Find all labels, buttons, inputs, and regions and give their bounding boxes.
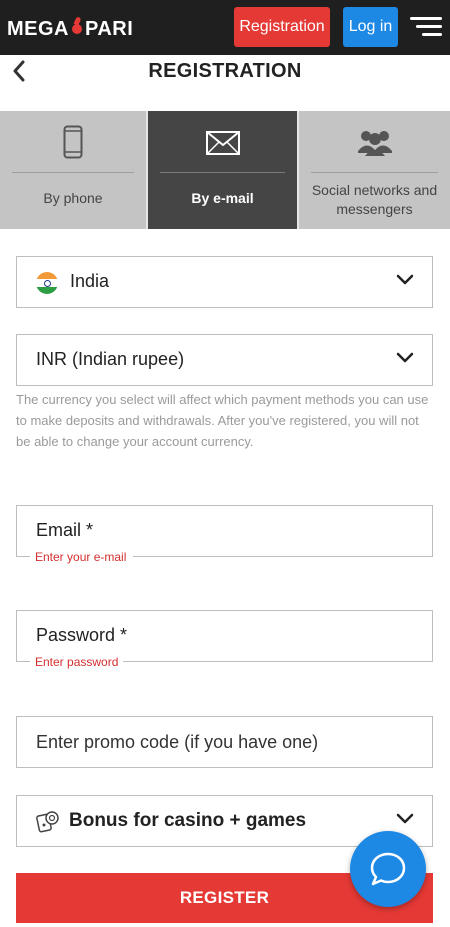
smartphone-icon: [0, 125, 146, 161]
envelope-icon: [148, 125, 297, 161]
logo-text-mega: MEGA: [7, 17, 69, 40]
people-group-icon: [299, 125, 450, 161]
password-error: Enter password: [33, 655, 121, 669]
tab-divider: [311, 172, 438, 173]
chevron-down-icon: [396, 813, 414, 824]
email-field[interactable]: Email * Enter your e-mail: [16, 505, 433, 564]
casino-chip-icon: [36, 811, 59, 833]
password-field[interactable]: Password * Enter password: [16, 610, 433, 669]
chevron-down-icon: [396, 274, 414, 285]
bonus-value: Bonus for casino + games: [69, 810, 307, 831]
chevron-down-icon: [396, 352, 414, 363]
tab-divider: [12, 172, 134, 173]
page-title: REGISTRATION: [148, 60, 302, 82]
megapari-logo[interactable]: MEGA PARI: [7, 17, 133, 41]
login-button[interactable]: Log in: [343, 7, 398, 47]
tab-label: By e-mail: [191, 190, 254, 206]
tab-label: By phone: [43, 190, 103, 206]
registration-method-tabs: By phone By e-mail Social networks and m…: [0, 111, 450, 229]
logo-text-pari: PARI: [85, 17, 134, 40]
promo-code-input[interactable]: [17, 717, 432, 767]
top-bar: MEGA PARI Registration Log in: [0, 0, 450, 55]
email-placeholder: Email *: [36, 520, 94, 540]
chat-bubble-icon[interactable]: [350, 831, 426, 907]
currency-hint: The currency you select will affect whic…: [16, 392, 429, 449]
password-placeholder: Password *: [36, 625, 128, 645]
email-error: Enter your e-mail: [33, 550, 129, 564]
tab-label: Social networks and messengers: [311, 182, 438, 217]
tab-divider: [160, 172, 285, 173]
tab-social-networks[interactable]: Social networks and messengers: [299, 111, 450, 229]
promo-code-field[interactable]: [16, 716, 433, 768]
registration-button[interactable]: Registration: [234, 7, 330, 47]
india-flag-icon: [36, 272, 58, 294]
logo-mark-icon: [72, 24, 82, 34]
tab-by-phone[interactable]: By phone: [0, 111, 148, 229]
country-value: India: [70, 271, 110, 291]
hamburger-menu-icon[interactable]: [410, 15, 442, 39]
country-select[interactable]: India: [16, 256, 433, 308]
currency-select[interactable]: INR (Indian rupee): [16, 334, 433, 386]
tab-by-email[interactable]: By e-mail: [148, 111, 299, 229]
currency-value: INR (Indian rupee): [36, 349, 185, 369]
